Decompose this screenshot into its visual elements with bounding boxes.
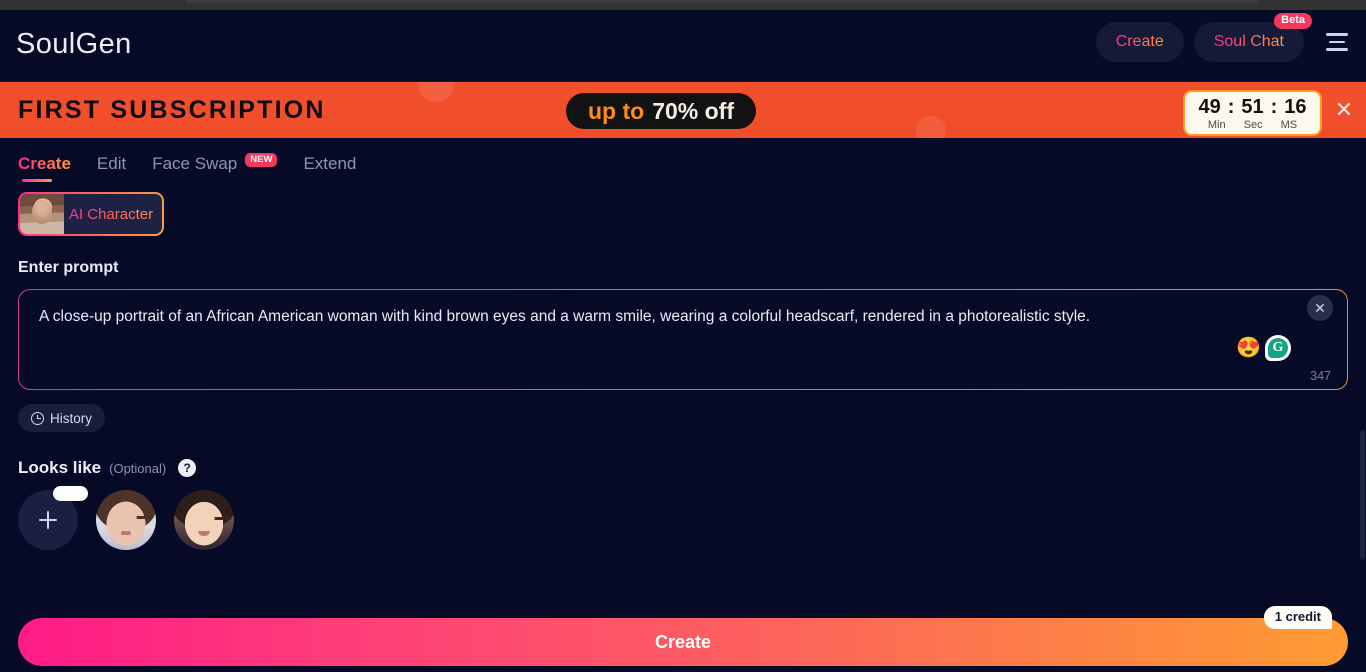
header-actions: Create Soul Chat Beta (1095, 13, 1354, 62)
looks-like-title: Looks like (18, 458, 102, 477)
tab-active-underline (22, 179, 52, 182)
header-create-button[interactable]: Create (1095, 22, 1184, 62)
tab-create-label: Create (18, 154, 71, 173)
mode-tabs: Create Edit Face Swap NEW Extend (18, 138, 1348, 182)
promo-discount-pill: up to 70% off (566, 93, 756, 129)
pro-badge: PRO (52, 486, 88, 501)
countdown-milliseconds: 16 (1284, 95, 1307, 118)
tab-face-swap[interactable]: Face Swap NEW (152, 152, 278, 182)
credit-cost-badge: 1 credit (1263, 606, 1332, 629)
hamburger-menu-icon[interactable] (1320, 24, 1354, 60)
countdown-label-ms: MS (1280, 118, 1298, 131)
promo-banner[interactable]: FIRST SUBSCRIPTION up to 70% off 49 : 51… (0, 82, 1366, 138)
countdown-digits: 49 : 51 : 16 (1198, 97, 1306, 117)
tab-edit-label: Edit (96, 154, 127, 173)
help-icon[interactable]: ? (178, 459, 197, 477)
looks-like-avatar-row: PRO (18, 486, 1348, 550)
promo-pill-discount: 70% off (652, 97, 734, 124)
history-label: History (49, 410, 92, 426)
prompt-input-box[interactable]: A close-up portrait of an African Americ… (18, 289, 1348, 390)
looks-like-optional: (Optional) (109, 460, 167, 476)
tab-create[interactable]: Create (18, 154, 71, 182)
ai-character-chip-inner: AI Character (20, 194, 162, 234)
ai-character-thumbnail (20, 194, 64, 234)
countdown-seconds: 51 (1241, 95, 1264, 118)
page-scrollbar-thumb[interactable] (1360, 430, 1365, 560)
add-reference-image-button[interactable]: PRO (18, 486, 88, 550)
history-button[interactable]: History (18, 404, 105, 432)
prompt-label: Enter prompt (18, 259, 119, 276)
beta-badge: Beta (1274, 13, 1312, 29)
app-logo[interactable]: SoulGen (16, 28, 132, 61)
promo-close-icon[interactable]: ✕ (1330, 96, 1358, 124)
heart-eyes-emoji-icon[interactable]: 😍 (1236, 338, 1261, 358)
create-button[interactable]: Create 1 credit (18, 606, 1348, 666)
tab-extend-label: Extend (303, 154, 357, 173)
ai-character-chip[interactable]: AI Character (18, 192, 164, 236)
header-create-label: Create (1115, 33, 1164, 50)
tab-extend[interactable]: Extend (303, 154, 356, 182)
new-badge: NEW (245, 152, 278, 168)
clock-icon (30, 411, 44, 425)
create-button-label: Create (654, 631, 712, 652)
countdown-sep-2: : (1270, 95, 1278, 118)
face-option-1[interactable] (96, 490, 156, 550)
grammarly-letter: G (1268, 338, 1288, 358)
promo-title: FIRST SUBSCRIPTION (18, 95, 326, 124)
browser-tab-strip (186, 0, 1258, 3)
prompt-input-text[interactable]: A close-up portrait of an African Americ… (39, 306, 1303, 328)
hamburger-line-2 (1329, 40, 1345, 44)
countdown-label-sec: Sec (1243, 118, 1263, 131)
browser-chrome-strip (0, 0, 1366, 10)
countdown-timer: 49 : 51 : 16 Min Sec MS (1183, 90, 1322, 136)
looks-like-header: Looks like (Optional) ? (18, 458, 1348, 478)
main-content: Create Edit Face Swap NEW Extend AI Char… (0, 138, 1366, 672)
grammarly-icon[interactable]: G (1265, 335, 1291, 361)
prompt-tools: 😍 G (1236, 335, 1291, 361)
face-option-2[interactable] (174, 490, 234, 550)
hamburger-line-3 (1326, 48, 1348, 51)
ai-character-label: AI Character (64, 206, 162, 223)
countdown-sep-1: : (1227, 95, 1235, 118)
promo-pill-prefix: up to (588, 97, 645, 124)
hamburger-line-1 (1326, 33, 1348, 36)
tab-edit[interactable]: Edit (97, 154, 126, 182)
footer-bar: Create 1 credit (0, 606, 1366, 672)
header-soul-chat-label: Soul Chat (1213, 33, 1284, 50)
countdown-labels: Min Sec MS (1207, 118, 1298, 131)
app-header: SoulGen Create Soul Chat Beta (0, 10, 1366, 82)
header-soul-chat-button[interactable]: Soul Chat Beta (1193, 13, 1312, 62)
countdown-minutes: 49 (1198, 95, 1221, 118)
prompt-char-count: 347 (1310, 369, 1331, 383)
countdown-label-min: Min (1207, 118, 1226, 131)
tab-face-swap-label: Face Swap (152, 154, 238, 173)
page-scrollbar[interactable] (1360, 20, 1366, 672)
prompt-clear-icon[interactable]: ✕ (1307, 295, 1333, 321)
plus-icon (39, 511, 57, 529)
app-page: SoulGen Create Soul Chat Beta FIRST SUBS… (0, 10, 1366, 672)
